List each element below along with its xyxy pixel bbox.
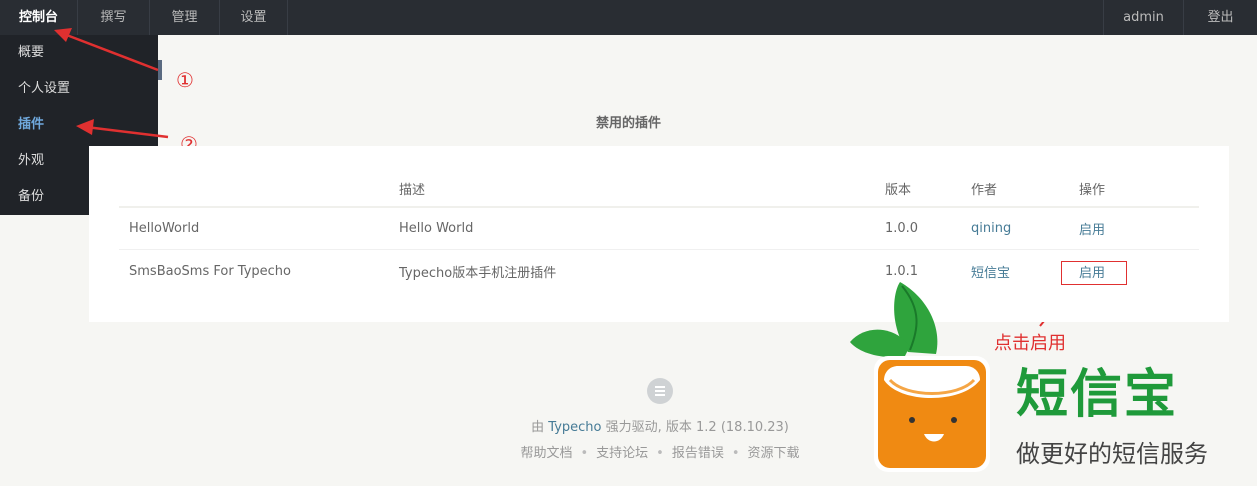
footer-version: 强力驱动, 版本 1.2 (18.10.23)	[605, 420, 789, 435]
nav-write[interactable]: 撰写	[78, 0, 150, 35]
plugin-author-link[interactable]: qining	[971, 208, 1011, 249]
header-action: 操作	[1079, 182, 1106, 198]
typecho-link[interactable]: Typecho	[548, 420, 601, 435]
nav-settings[interactable]: 设置	[220, 0, 288, 35]
plugin-version: 1.0.0	[885, 221, 919, 236]
brand-slogan: 做更好的短信服务	[1016, 440, 1208, 468]
smsbao-mascot-logo	[850, 282, 990, 472]
header-author: 作者	[971, 182, 998, 198]
plugins-panel: 描述 版本 作者 操作 HelloWorld Hello World 1.0.0…	[89, 146, 1229, 322]
typecho-logo-icon	[647, 378, 673, 404]
brand-name: 短信宝	[1016, 365, 1179, 425]
enable-highlight-box	[1061, 261, 1127, 285]
footer-link-forum[interactable]: 支持论坛	[596, 446, 648, 461]
table-header: 描述 版本 作者 操作	[119, 170, 1199, 208]
section-title: 禁用的插件	[595, 116, 661, 131]
plugins-table: 描述 版本 作者 操作 HelloWorld Hello World 1.0.0…	[119, 170, 1199, 292]
plugin-description: Typecho版本手机注册插件	[399, 265, 557, 281]
nav-dashboard[interactable]: 控制台	[0, 0, 78, 35]
plugin-name: HelloWorld	[129, 221, 200, 236]
footer-link-report[interactable]: 报告错误	[672, 446, 724, 461]
menu-item-profile[interactable]: 个人设置	[0, 71, 158, 107]
plugin-description: Hello World	[399, 221, 474, 236]
menu-item-overview[interactable]: 概要	[0, 35, 158, 71]
footer-link-download[interactable]: 资源下载	[748, 446, 800, 461]
footer-prefix: 由	[531, 420, 545, 435]
logout-link[interactable]: 登出	[1183, 0, 1257, 35]
table-row: SmsBaoSms For Typecho Typecho版本手机注册插件 1.…	[119, 250, 1199, 292]
header-description: 描述	[399, 182, 426, 198]
enable-plugin-link[interactable]: 启用	[1079, 208, 1105, 249]
annotation-step-1: ①	[176, 68, 194, 92]
top-navbar: 控制台 撰写 管理 设置 admin 登出	[0, 0, 1257, 35]
table-row: HelloWorld Hello World 1.0.0 qining 启用	[119, 208, 1199, 250]
page-title-fragment	[158, 60, 170, 80]
footer-link-docs[interactable]: 帮助文档	[520, 446, 572, 461]
nav-manage[interactable]: 管理	[150, 0, 220, 35]
user-link[interactable]: admin	[1103, 0, 1183, 35]
header-version: 版本	[885, 182, 912, 198]
plugin-name: SmsBaoSms For Typecho	[129, 263, 291, 279]
